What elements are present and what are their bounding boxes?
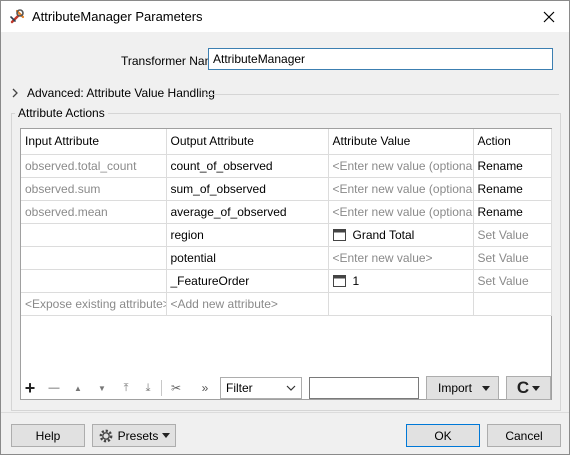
output-attribute-cell[interactable]: average_of_observed	[166, 200, 329, 224]
cancel-button[interactable]: Cancel	[487, 424, 561, 447]
column-header-action[interactable]: Action	[473, 129, 552, 155]
action-cell[interactable]: Rename	[473, 200, 552, 224]
action-cell[interactable]: Set Value	[473, 223, 552, 247]
action-cell[interactable]: Set Value	[473, 246, 552, 270]
ok-button[interactable]: OK	[406, 424, 480, 447]
dropdown-arrow-icon	[482, 386, 490, 391]
table-row[interactable]: observed.total_count count_of_observed <…	[21, 154, 552, 178]
column-header-input[interactable]: Input Attribute	[21, 129, 167, 155]
close-button[interactable]	[529, 1, 569, 32]
filter-dropdown-label: Filter	[226, 381, 253, 395]
output-attribute-cell[interactable]: sum_of_observed	[166, 177, 329, 201]
fme-wrench-icon	[10, 9, 25, 24]
attribute-value-cell[interactable]: Grand Total	[328, 223, 474, 247]
text-editor-icon[interactable]	[332, 274, 346, 287]
output-attribute-cell[interactable]: region	[166, 223, 329, 247]
import-button[interactable]: Import	[426, 376, 499, 400]
action-cell[interactable]: Rename	[473, 154, 552, 178]
attribute-value-cell[interactable]	[328, 292, 474, 316]
attribute-value-cell[interactable]: <Enter new value (optional)>	[328, 200, 474, 224]
input-attribute-cell[interactable]	[21, 246, 167, 270]
help-button[interactable]: Help	[11, 424, 85, 447]
add-row-button[interactable]: +	[21, 376, 39, 400]
window-title: AttributeManager Parameters	[32, 9, 203, 24]
output-attribute-cell[interactable]: count_of_observed	[166, 154, 329, 178]
attribute-value-cell[interactable]: <Enter new value (optional)>	[328, 177, 474, 201]
cut-button[interactable]: ✂	[167, 376, 185, 400]
move-down-button[interactable]: ▼	[93, 376, 111, 400]
attribute-value-text: 1	[352, 273, 360, 288]
text-editor-icon[interactable]	[332, 228, 346, 241]
table-row[interactable]: potential <Enter new value> Set Value	[21, 246, 552, 270]
close-icon	[543, 11, 555, 22]
advanced-section-label: Advanced: Attribute Value Handling	[27, 86, 215, 100]
footer-divider	[1, 412, 569, 413]
attribute-value-cell[interactable]: <Enter new value>	[328, 246, 474, 270]
dialog-content: Transformer Name: AttributeManager Advan…	[1, 32, 569, 454]
table-row[interactable]: observed.sum sum_of_observed <Enter new …	[21, 177, 552, 201]
refresh-icon: C	[516, 378, 530, 397]
move-up-button[interactable]: ▲	[69, 376, 87, 400]
dropdown-arrow-icon	[162, 433, 171, 438]
output-attribute-cell[interactable]: _FeatureOrder	[166, 269, 329, 293]
filter-input[interactable]	[309, 377, 419, 399]
input-attribute-cell[interactable]: observed.total_count	[21, 154, 167, 178]
attributemanager-dialog: AttributeManager Parameters Transformer …	[0, 0, 570, 455]
table-row[interactable]: observed.mean average_of_observed <Enter…	[21, 200, 552, 224]
column-header-output[interactable]: Output Attribute	[166, 129, 329, 155]
input-attribute-cell[interactable]	[21, 223, 167, 247]
refresh-button[interactable]: C	[506, 376, 551, 400]
table-row-new[interactable]: <Expose existing attribute> <Add new att…	[21, 292, 552, 316]
column-header-value[interactable]: Attribute Value	[328, 129, 474, 155]
attribute-value-cell[interactable]: 1	[328, 269, 474, 293]
attribute-table: Input Attribute Output Attribute Attribu…	[20, 128, 552, 400]
move-to-bottom-button[interactable]: ⤓	[139, 376, 157, 400]
expose-attribute-cell[interactable]: <Expose existing attribute>	[21, 292, 167, 316]
dropdown-arrow-icon	[532, 385, 541, 391]
attribute-actions-title: Attribute Actions	[15, 106, 108, 120]
action-cell[interactable]: Rename	[473, 177, 552, 201]
input-attribute-cell[interactable]: observed.sum	[21, 177, 167, 201]
toolbar-separator	[161, 380, 162, 396]
more-options-button[interactable]: »	[197, 376, 213, 400]
chevron-right-icon	[12, 88, 18, 98]
input-attribute-cell[interactable]: observed.mean	[21, 200, 167, 224]
presets-button[interactable]: Presets	[92, 424, 176, 447]
gear-icon	[99, 429, 113, 442]
import-button-label: Import	[438, 381, 473, 395]
advanced-divider	[205, 94, 559, 95]
add-attribute-cell[interactable]: <Add new attribute>	[166, 292, 329, 316]
table-row[interactable]: _FeatureOrder 1 Set Value	[21, 269, 552, 293]
attribute-value-cell[interactable]: <Enter new value (optional)>	[328, 154, 474, 178]
table-row[interactable]: region Grand Total Set Value	[21, 223, 552, 247]
action-cell[interactable]	[473, 292, 552, 316]
output-attribute-cell[interactable]: potential	[166, 246, 329, 270]
chevron-down-icon	[286, 385, 296, 391]
attribute-value-text: Grand Total	[352, 227, 415, 242]
filter-dropdown[interactable]: Filter	[220, 377, 302, 399]
action-cell[interactable]: Set Value	[473, 269, 552, 293]
move-to-top-button[interactable]: ⤒	[117, 376, 135, 400]
title-bar: AttributeManager Parameters	[1, 1, 569, 32]
presets-button-label: Presets	[117, 428, 159, 443]
table-toolbar: + — ▲ ▼ ⤒ ⤓ ✂ » Filter Import C	[21, 376, 561, 400]
transformer-name-input[interactable]: AttributeManager	[208, 48, 553, 70]
input-attribute-cell[interactable]	[21, 269, 167, 293]
table-header-row: Input Attribute Output Attribute Attribu…	[21, 129, 552, 155]
remove-row-button[interactable]: —	[45, 376, 63, 400]
advanced-section-toggle[interactable]: Advanced: Attribute Value Handling	[11, 86, 215, 100]
